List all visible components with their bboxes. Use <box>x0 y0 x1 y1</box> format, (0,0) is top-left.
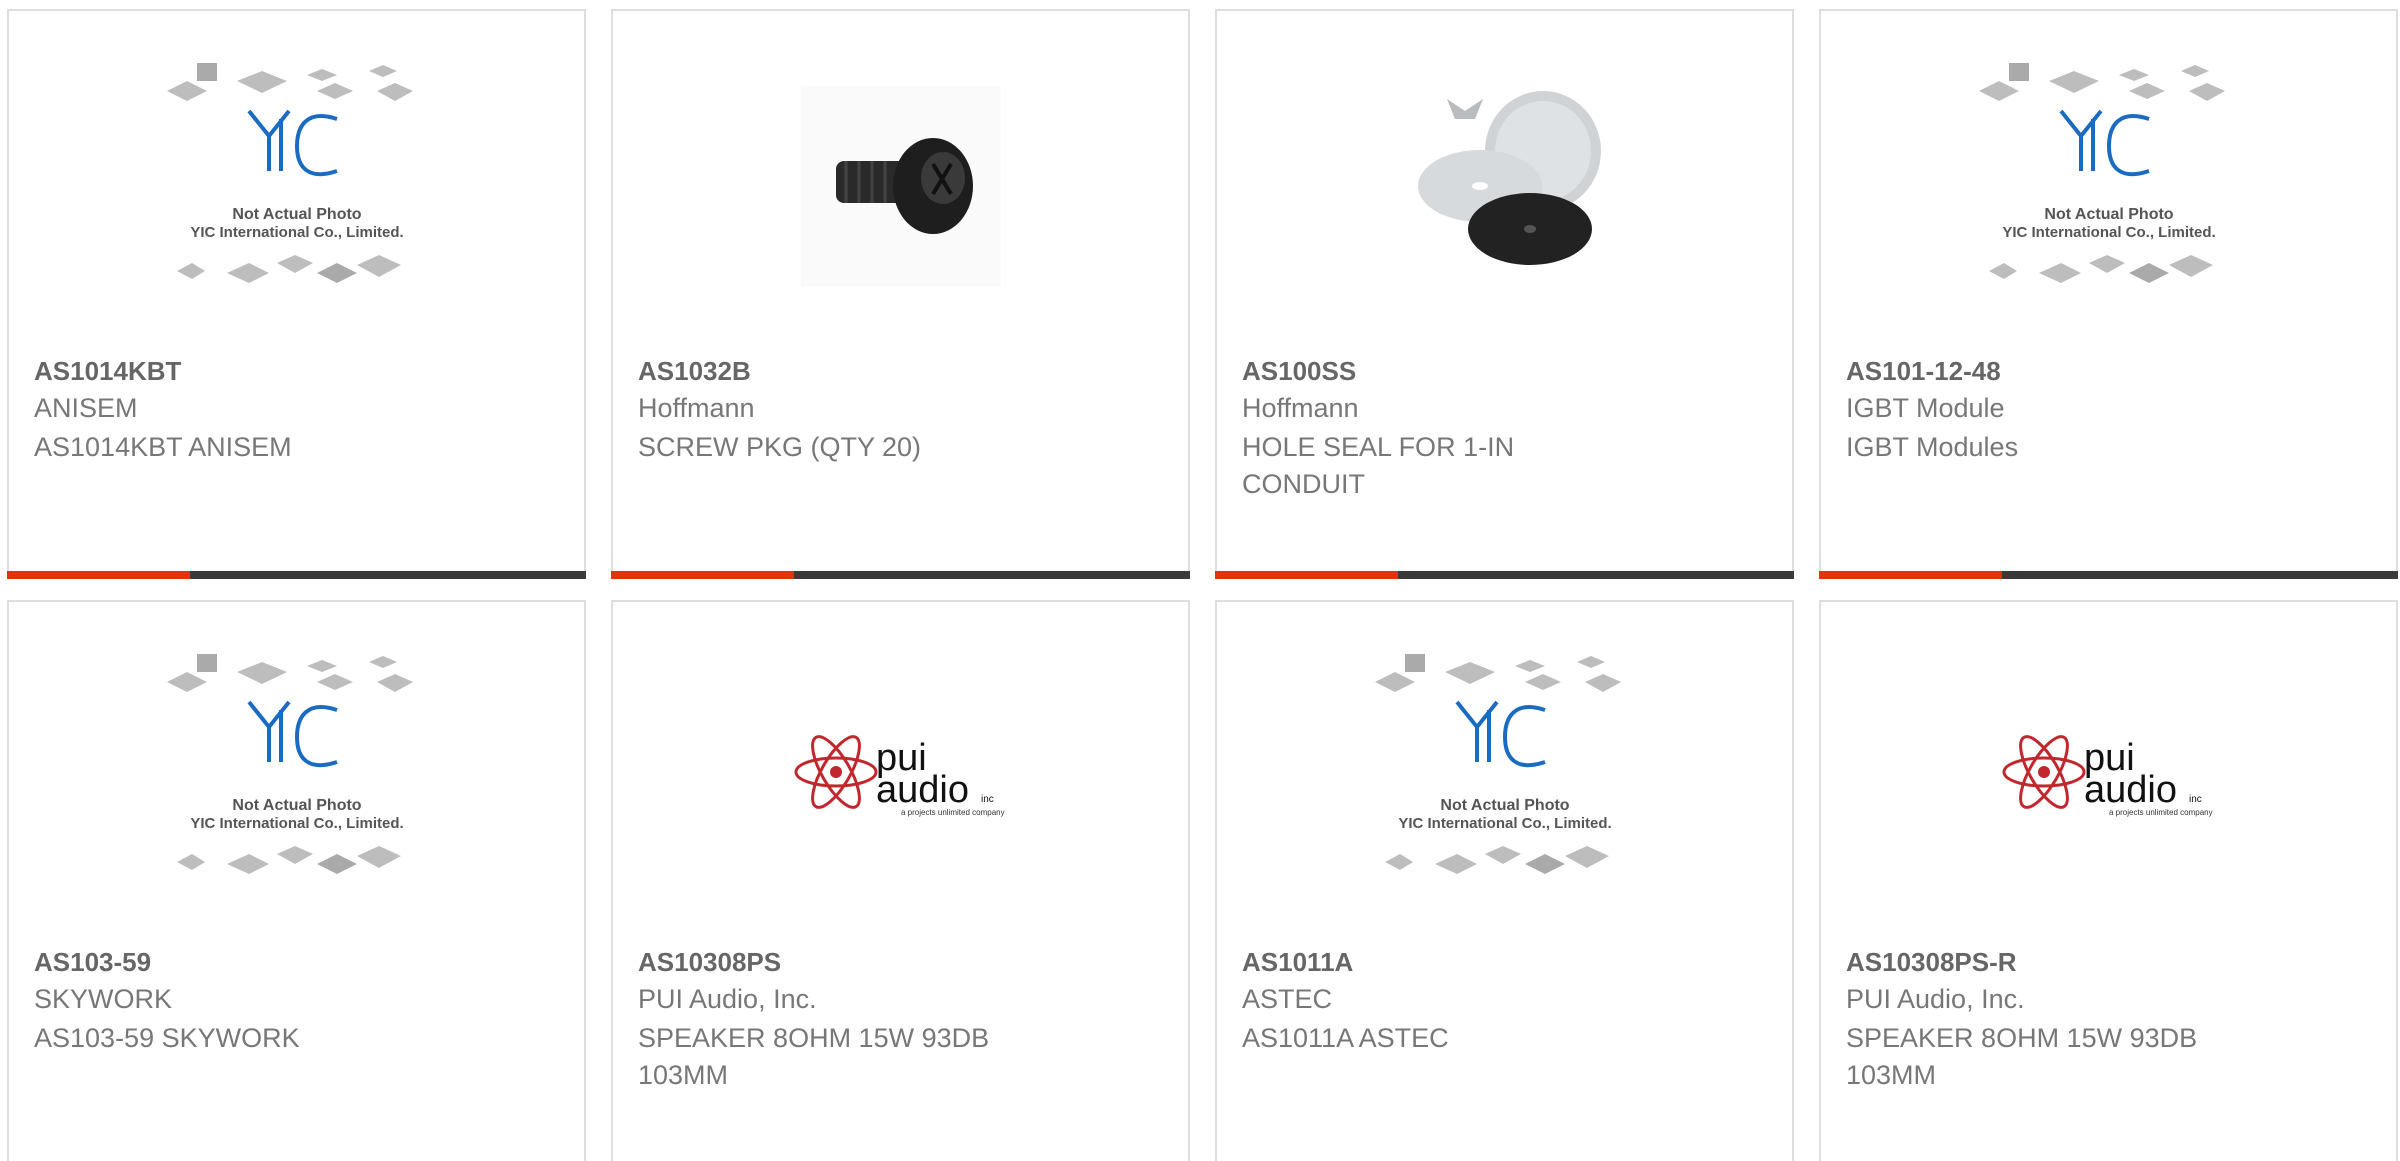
description: SCREW PKG (QTY 20) <box>638 432 922 462</box>
product-card[interactable]: Not Actual Photo YIC International Co., … <box>1215 600 1794 1161</box>
manufacturer: SKYWORK <box>34 984 173 1014</box>
yic-placeholder-image: Not Actual Photo YIC International Co., … <box>166 654 413 874</box>
product-image[interactable] <box>613 11 1188 346</box>
product-grid: Not Actual Photo YIC International Co., … <box>0 0 2400 1161</box>
manufacturer: IGBT Module <box>1846 393 2005 423</box>
card-bar-accent <box>7 571 190 579</box>
pui-logo-suffix: inc <box>981 794 994 805</box>
placeholder-line1: Not Actual Photo <box>232 206 361 223</box>
part-number[interactable]: AS1014KBT <box>34 356 181 387</box>
description: AS1014KBT ANISEM <box>34 432 292 462</box>
product-card[interactable]: pui audio inc a projects unlimited compa… <box>611 600 1190 1161</box>
product-image[interactable]: Not Actual Photo YIC International Co., … <box>9 11 584 346</box>
card-bar-accent <box>1215 571 1398 579</box>
placeholder-line2: YIC International Co., Limited. <box>2002 224 2215 241</box>
product-card[interactable]: pui audio inc a projects unlimited compa… <box>1819 600 2398 1161</box>
product-image[interactable]: Not Actual Photo YIC International Co., … <box>1821 11 2396 346</box>
part-number[interactable]: AS100SS <box>1242 356 1356 387</box>
card-bar-accent <box>1819 571 2002 579</box>
pui-logo-tagline: a projects unlimited company <box>2109 808 2213 817</box>
product-card[interactable]: AS1032B Hoffmann SCREW PKG (QTY 20) <box>611 9 1190 579</box>
card-bar <box>7 571 586 579</box>
product-image[interactable]: Not Actual Photo YIC International Co., … <box>9 602 584 937</box>
description: AS1011A ASTEC <box>1242 1023 1449 1053</box>
part-number[interactable]: AS10308PS-R <box>1846 947 2017 978</box>
product-card[interactable]: Not Actual Photo YIC International Co., … <box>1819 9 2398 579</box>
pui-logo-bottom: audio <box>876 769 969 811</box>
product-card[interactable]: AS100SS Hoffmann HOLE SEAL FOR 1-IN COND… <box>1215 9 1794 579</box>
product-card[interactable]: Not Actual Photo YIC International Co., … <box>7 9 586 579</box>
hole-seal-image <box>1417 91 1601 265</box>
description: IGBT Modules <box>1846 432 2019 462</box>
part-number[interactable]: AS10308PS <box>638 947 781 978</box>
placeholder-line2: YIC International Co., Limited. <box>190 815 403 832</box>
product-image[interactable]: pui audio inc a projects unlimited compa… <box>613 602 1188 937</box>
description: HOLE SEAL FOR 1-IN CONDUIT <box>1242 432 1515 499</box>
manufacturer: ASTEC <box>1242 984 1333 1014</box>
pui-logo-tagline: a projects unlimited company <box>901 808 1005 817</box>
yic-placeholder-image: Not Actual Photo YIC International Co., … <box>1978 63 2225 283</box>
manufacturer: Hoffmann <box>638 393 755 423</box>
pui-audio-logo: pui audio inc a projects unlimited compa… <box>2002 735 2213 817</box>
placeholder-line2: YIC International Co., Limited. <box>1398 815 1611 832</box>
yic-placeholder-image: Not Actual Photo YIC International Co., … <box>166 63 413 283</box>
part-number[interactable]: AS1032B <box>638 356 751 387</box>
part-number[interactable]: AS101-12-48 <box>1846 356 2001 387</box>
card-bar <box>1215 571 1794 579</box>
product-image[interactable]: Not Actual Photo YIC International Co., … <box>1217 602 1792 937</box>
product-image[interactable]: pui audio inc a projects unlimited compa… <box>1821 602 2396 937</box>
placeholder-line1: Not Actual Photo <box>232 797 361 814</box>
part-number[interactable]: AS103-59 <box>34 947 151 978</box>
manufacturer: ANISEM <box>34 393 138 423</box>
pui-logo-suffix: inc <box>2189 794 2202 805</box>
description: SPEAKER 8OHM 15W 93DB 103MM <box>1846 1023 2198 1090</box>
card-bar <box>611 571 1190 579</box>
pui-audio-logo: pui audio inc a projects unlimited compa… <box>794 735 1005 817</box>
description: AS103-59 SKYWORK <box>34 1023 300 1053</box>
placeholder-line1: Not Actual Photo <box>2044 206 2173 223</box>
part-number[interactable]: AS1011A <box>1242 947 1353 978</box>
yic-placeholder-image: Not Actual Photo YIC International Co., … <box>1374 654 1621 874</box>
screw-image <box>800 86 1001 286</box>
description: SPEAKER 8OHM 15W 93DB 103MM <box>638 1023 990 1090</box>
manufacturer: PUI Audio, Inc. <box>638 984 817 1014</box>
card-bar <box>1819 571 2398 579</box>
product-card[interactable]: Not Actual Photo YIC International Co., … <box>7 600 586 1161</box>
card-bar-accent <box>611 571 794 579</box>
manufacturer: Hoffmann <box>1242 393 1359 423</box>
product-image[interactable] <box>1217 11 1792 346</box>
pui-logo-bottom: audio <box>2084 769 2177 811</box>
placeholder-line2: YIC International Co., Limited. <box>190 224 403 241</box>
placeholder-line1: Not Actual Photo <box>1440 797 1569 814</box>
manufacturer: PUI Audio, Inc. <box>1846 984 2025 1014</box>
